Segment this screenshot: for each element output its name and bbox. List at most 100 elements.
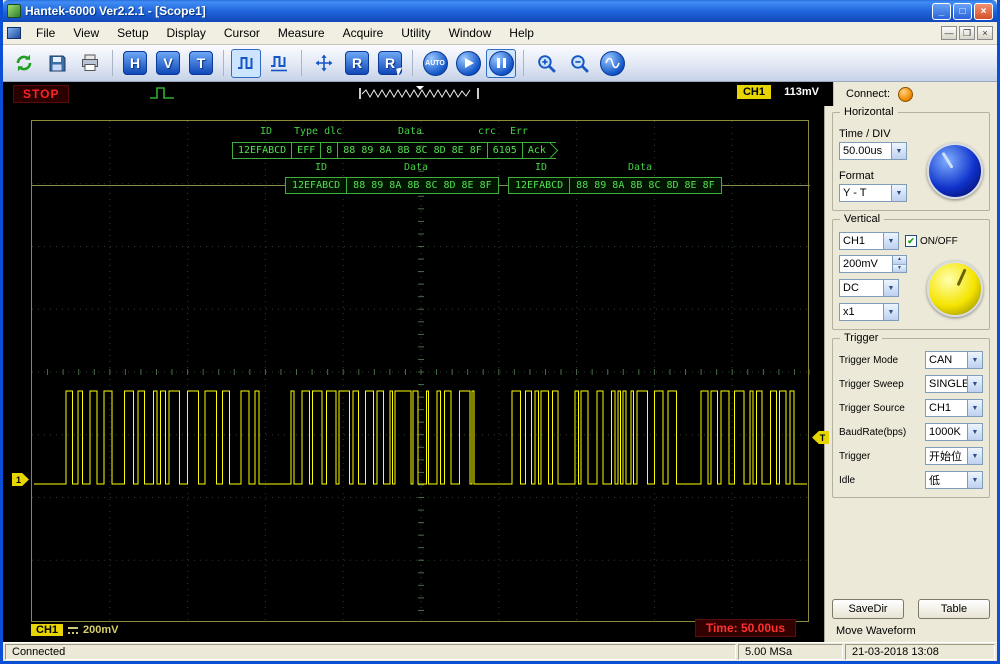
menu-cursor[interactable]: Cursor	[215, 23, 269, 43]
chevron-down-icon: ▼	[967, 352, 982, 368]
chevron-down-icon: ▼	[883, 304, 898, 320]
reference-button[interactable]: R	[342, 49, 372, 78]
datetime: 21-03-2018 13:08	[845, 644, 995, 660]
scope-display[interactable]: ID Type dlc Data crc Err 12EFABCD EFF 8 …	[31, 120, 809, 622]
refresh-button[interactable]	[9, 49, 39, 78]
step-down-icon[interactable]: ▼	[893, 265, 906, 273]
trigger-source-select[interactable]: CH1▼	[925, 399, 983, 417]
channel-voltage: 113mV	[784, 86, 819, 98]
print-button[interactable]	[75, 49, 105, 78]
baudrate-select[interactable]: 1000K▼	[925, 423, 983, 441]
decode-label-err: Err	[510, 126, 528, 137]
statusbar: Connected 5.00 MSa 21-03-2018 13:08	[3, 642, 997, 661]
can-frame-decode-2: 12EFABCD 88 89 8A 8B 8C 8D 8E 8F	[285, 177, 499, 194]
coupling-select[interactable]: DC ▼	[839, 279, 899, 297]
chevron-down-icon: ▼	[883, 280, 898, 296]
chevron-down-icon: ▼	[891, 185, 906, 201]
pause-button[interactable]	[486, 49, 516, 78]
volt-scale-stepper[interactable]: 200mV ▲▼	[839, 255, 907, 273]
scope-canvas	[32, 121, 810, 623]
digital-bus-button[interactable]	[264, 49, 294, 78]
vertical-knob[interactable]	[927, 261, 983, 317]
channel-scale-readout: CH1 200mV	[31, 624, 119, 636]
menu-utility[interactable]: Utility	[392, 23, 439, 43]
connect-led-icon	[898, 87, 913, 102]
channel1-position-marker[interactable]: 1	[12, 473, 29, 486]
menu-window[interactable]: Window	[440, 23, 501, 43]
chevron-down-icon: ▼	[967, 424, 982, 440]
frame-type: EFF	[292, 145, 320, 156]
maximize-button[interactable]: □	[953, 3, 972, 20]
save-icon	[47, 53, 67, 73]
onoff-checkbox[interactable]: ✔	[905, 235, 917, 247]
vertical-panel-button[interactable]: V	[153, 49, 183, 78]
autoset-button[interactable]: AUTO	[420, 49, 450, 78]
connect-area: Connect:	[833, 82, 997, 106]
table-button[interactable]: Table	[918, 599, 990, 619]
zoom-out-icon	[569, 53, 590, 74]
chevron-down-icon: ▼	[967, 400, 982, 416]
trigger-panel-button[interactable]: T	[186, 49, 216, 78]
onoff-label: ON/OFF	[920, 236, 958, 247]
baudrate-label: BaudRate(bps)	[839, 427, 906, 438]
status-strip: STOP CH1 113mV Connect:	[3, 82, 997, 106]
menubar: File View Setup Display Cursor Measure A…	[3, 22, 997, 45]
waveform-preview[interactable]	[358, 86, 480, 101]
decode-label-crc: crc	[478, 126, 496, 137]
menu-setup[interactable]: Setup	[108, 23, 157, 43]
child-minimize-button[interactable]: —	[941, 26, 957, 40]
horizontal-knob[interactable]	[927, 143, 983, 199]
app-icon	[7, 4, 21, 18]
child-close-button[interactable]: ×	[977, 26, 993, 40]
chevron-down-icon: ▼	[883, 233, 898, 249]
control-panel: Horizontal Time / DIV 50.00us ▼ Format Y…	[824, 106, 997, 642]
waveform-tool-button[interactable]	[597, 49, 627, 78]
trigger-mode-select[interactable]: CAN▼	[925, 351, 983, 369]
time-div-select[interactable]: 50.00us ▼	[839, 142, 907, 160]
format-select[interactable]: Y - T ▼	[839, 184, 907, 202]
trigger-group: Trigger Trigger Mode CAN▼ Trigger Sweep …	[832, 338, 990, 498]
zoom-in-button[interactable]	[531, 49, 561, 78]
acquisition-status: STOP	[13, 85, 69, 103]
menu-acquire[interactable]: Acquire	[334, 23, 393, 43]
menu-file[interactable]: File	[27, 23, 64, 43]
child-restore-button[interactable]: ❐	[959, 26, 975, 40]
pause-icon	[497, 58, 506, 68]
connection-status: Connected	[5, 644, 736, 660]
zoom-out-button[interactable]	[564, 49, 594, 78]
save-button[interactable]	[42, 49, 72, 78]
savedir-button[interactable]: SaveDir	[832, 599, 904, 619]
horizontal-panel-button[interactable]: H	[120, 49, 150, 78]
close-button[interactable]: ×	[974, 3, 993, 20]
step-up-icon[interactable]: ▲	[893, 256, 906, 265]
cursor-icon	[396, 67, 404, 76]
frame-crc: 6105	[488, 145, 522, 156]
app-window: Hantek-6000 Ver2.2.1 - [Scope1] _ □ × Fi…	[0, 0, 1000, 664]
move-waveform-label: Move Waveform	[832, 623, 990, 637]
toolbar: H V T R R AUTO	[3, 45, 997, 82]
window-title: Hantek-6000 Ver2.2.1 - [Scope1]	[25, 4, 932, 18]
digital-decode-button[interactable]	[231, 49, 261, 78]
scope-status-strip: STOP CH1 113mV	[3, 82, 833, 106]
channel-badge-bottom: CH1	[31, 624, 63, 636]
minimize-button[interactable]: _	[932, 3, 951, 20]
menu-measure[interactable]: Measure	[269, 23, 334, 43]
channel-select[interactable]: CH1 ▼	[839, 232, 899, 250]
chevron-down-icon: ▼	[967, 472, 982, 488]
menu-help[interactable]: Help	[500, 23, 543, 43]
connect-label: Connect:	[846, 88, 890, 100]
run-button[interactable]	[453, 49, 483, 78]
trigger-mode-label: Trigger Mode	[839, 355, 898, 366]
idle-select[interactable]: 低▼	[925, 471, 983, 489]
menu-display[interactable]: Display	[158, 23, 215, 43]
trigger-sweep-select[interactable]: SINGLE▼	[925, 375, 983, 393]
vertical-group-title: Vertical	[840, 213, 884, 225]
menu-view[interactable]: View	[64, 23, 108, 43]
decode2b-label-id: ID	[535, 162, 547, 173]
probe-select[interactable]: x1 ▼	[839, 303, 899, 321]
trigger-level-marker[interactable]: T	[812, 431, 829, 444]
idle-label: Idle	[839, 475, 855, 486]
pan-button[interactable]	[309, 49, 339, 78]
reference-cursor-button[interactable]: R	[375, 49, 405, 78]
trigger-condition-select[interactable]: 开始位▼	[925, 447, 983, 465]
